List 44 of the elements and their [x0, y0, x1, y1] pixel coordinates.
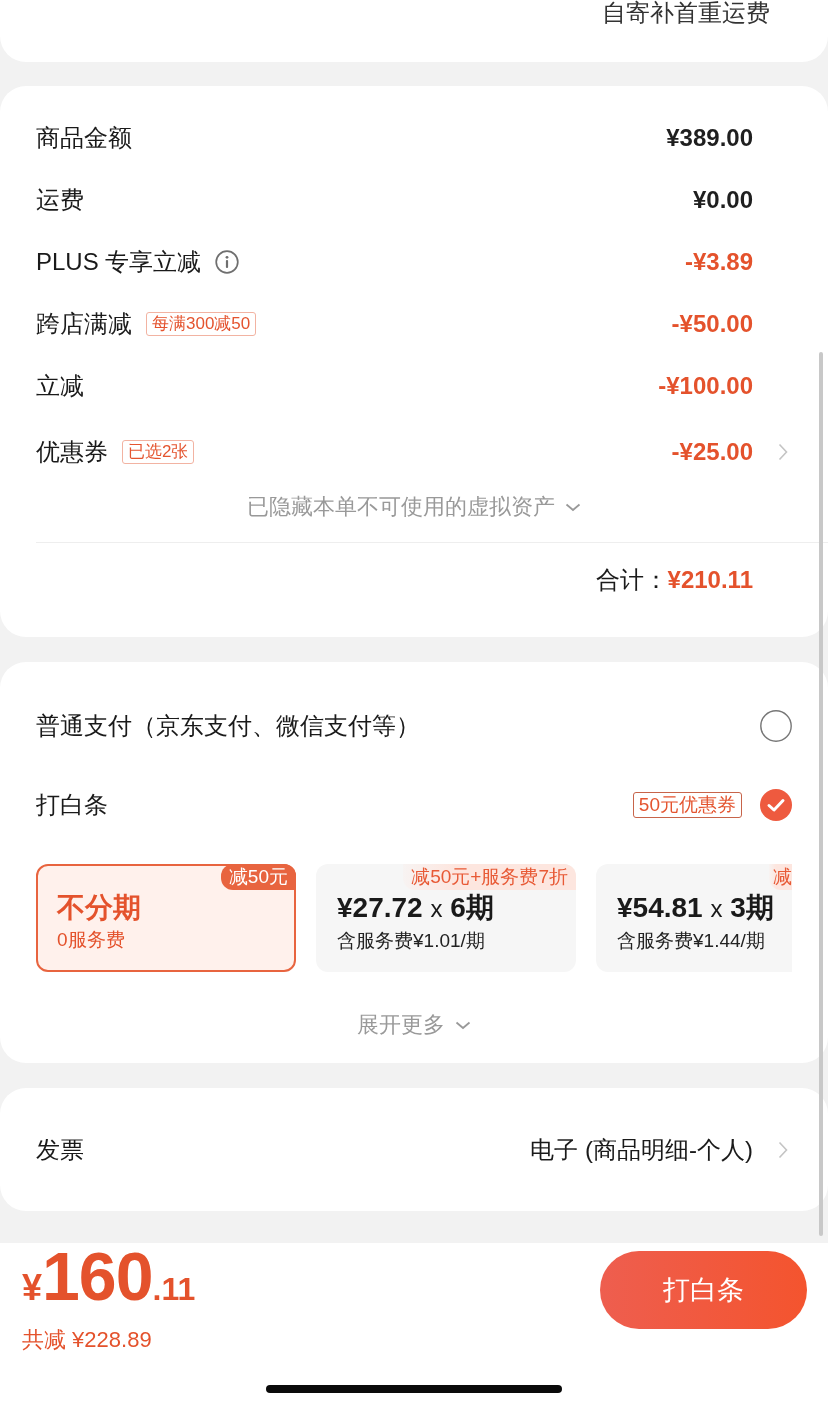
radio-button[interactable]	[760, 789, 792, 821]
row-value: -¥3.89	[684, 248, 753, 276]
scrollbar[interactable]	[819, 352, 823, 1236]
shipping-note: 自寄补首重运费	[602, 0, 770, 26]
row-label: 优惠券	[36, 437, 108, 467]
plan-fee: 0服务费	[57, 928, 126, 952]
installment-option[interactable]: 减50元+服务费7折 ¥27.72 x 6期 含服务费¥1.01/期	[316, 864, 576, 972]
promo-tag: 每满300减50	[146, 312, 257, 336]
chevron-down-icon[interactable]	[565, 502, 581, 512]
discount-badge: 减50元	[220, 864, 296, 890]
payment-option-label[interactable]: 普通支付（京东支付、微信支付等）	[36, 710, 760, 742]
total-value: ¥210.11	[667, 566, 753, 594]
chevron-down-icon[interactable]	[455, 1020, 471, 1030]
discount-badge: 减50元+服务费7折	[403, 864, 576, 890]
plan-fee: 含服务费¥1.44/期	[617, 929, 766, 953]
total-price: ¥160.11	[22, 1244, 196, 1316]
row-value: -¥50.00	[671, 310, 753, 338]
radio-button[interactable]	[760, 710, 792, 742]
row-label: 跨店满减	[36, 309, 132, 339]
row-value: ¥0.00	[692, 186, 753, 214]
payment-option-label[interactable]: 打白条	[36, 789, 619, 821]
row-label: PLUS 专享立减	[36, 247, 202, 277]
installment-option[interactable]: 减 ¥54.81 x 3期 含服务费¥1.44/期	[596, 864, 792, 972]
promo-tag: 已选2张	[122, 440, 195, 464]
row-value: ¥389.00	[666, 124, 753, 152]
total-label: 合计：	[595, 565, 668, 595]
invoice-value: 电子 (商品明细-个人)	[530, 1134, 753, 1165]
row-value: -¥100.00	[658, 372, 753, 400]
total-savings: 共减 ¥228.89	[22, 1327, 153, 1353]
chevron-right-icon[interactable]	[778, 1140, 788, 1159]
plan-title: ¥54.81 x 3期	[617, 891, 775, 925]
invoice-card[interactable]: 发票 电子 (商品明细-个人)	[0, 1088, 828, 1211]
plan-fee: 含服务费¥1.01/期	[337, 929, 486, 953]
row-label: 运费	[36, 185, 84, 215]
coupon-tag: 50元优惠券	[632, 792, 742, 818]
row-label: 商品金额	[36, 123, 132, 153]
chevron-right-icon[interactable]	[778, 443, 788, 461]
invoice-label: 发票	[36, 1134, 85, 1165]
row-value: -¥25.00	[671, 438, 753, 466]
discount-badge: 减	[769, 864, 792, 890]
plan-title: ¥27.72 x 6期	[337, 891, 495, 925]
info-icon[interactable]	[215, 250, 240, 274]
row-label: 立减	[36, 371, 84, 401]
plan-title: 不分期	[57, 891, 142, 925]
